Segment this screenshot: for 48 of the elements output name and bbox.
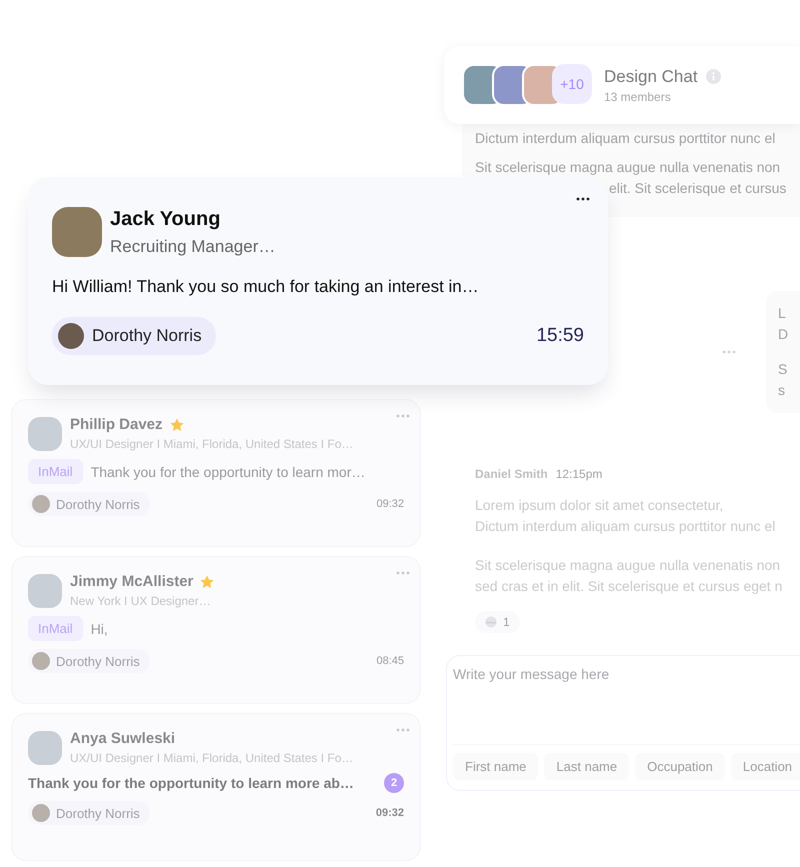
message-composer[interactable]: Write your message here First name Last name Occupation Location: [446, 655, 800, 791]
more-icon[interactable]: [576, 197, 590, 201]
message-preview: Thank you for the opportunity to learn mor…: [90, 464, 366, 480]
variable-chip[interactable]: Location: [730, 753, 800, 780]
message-preview: Thank you for the opportunity to learn more ab…: [28, 775, 354, 791]
sender-chip: Dorothy Norris: [28, 801, 150, 825]
avatar: [28, 730, 62, 764]
contact-name: Jack Young: [110, 208, 222, 230]
inmail-tag: InMail: [28, 459, 83, 484]
avatar: [52, 207, 102, 257]
message-time: 09:32: [376, 498, 404, 510]
reaction-chip[interactable]: 1: [475, 611, 520, 633]
message-text: Sit scelerisque magna augue nulla venenatis non: [475, 158, 782, 177]
star-icon: [199, 574, 216, 590]
inmail-tag: InMail: [28, 616, 83, 641]
sender-chip: Dorothy Norris: [28, 649, 150, 673]
avatar: [28, 416, 62, 450]
info-icon[interactable]: [706, 69, 721, 84]
message-time: 12:15pm: [556, 467, 602, 481]
message-time: 15:59: [536, 325, 584, 347]
star-icon: [168, 416, 185, 432]
chat-title: Design Chat: [604, 66, 698, 86]
member-count: 13 members: [604, 90, 672, 104]
emoji-icon: [485, 616, 497, 628]
message-popup-card[interactable]: Jack Young Recruiting Manager… Hi William! Thank you so much for taking an interest in… Dorothy Norris 15:59: [28, 177, 608, 385]
message-text: L: [778, 304, 787, 323]
message-text: D: [778, 325, 790, 344]
message-text: Dictum interdum aliquam cursus porttitor nunc el: [475, 129, 776, 148]
message-preview: Hi,: [90, 620, 108, 636]
message-time: 08:45: [376, 655, 404, 667]
contact-name: Phillip Davez: [70, 416, 163, 433]
avatar: [28, 574, 62, 608]
message-text: S: [778, 360, 788, 379]
member-count-badge: +10: [552, 64, 592, 104]
author-name: Daniel Smith: [475, 467, 548, 481]
sender-chip: Dorothy Norris: [28, 492, 150, 516]
message-time: 09:32: [376, 807, 404, 819]
variable-chip[interactable]: First name: [453, 753, 538, 780]
contact-name: Jimmy McAllister: [70, 573, 194, 590]
contact-name: Anya Suwleski: [70, 730, 176, 747]
message-text: elit. Sit scelerisque et cursus: [609, 179, 788, 198]
message-text: s: [778, 381, 786, 400]
sender-chip: Dorothy Norris: [52, 317, 216, 355]
variable-chip[interactable]: Last name: [544, 753, 630, 780]
message-preview: Hi William! Thank you so much for taking an interest in…: [52, 277, 480, 297]
contact-subtitle: Recruiting Manager…: [110, 236, 276, 256]
unread-badge: 2: [384, 773, 404, 793]
variable-chip[interactable]: Occupation: [635, 753, 725, 780]
